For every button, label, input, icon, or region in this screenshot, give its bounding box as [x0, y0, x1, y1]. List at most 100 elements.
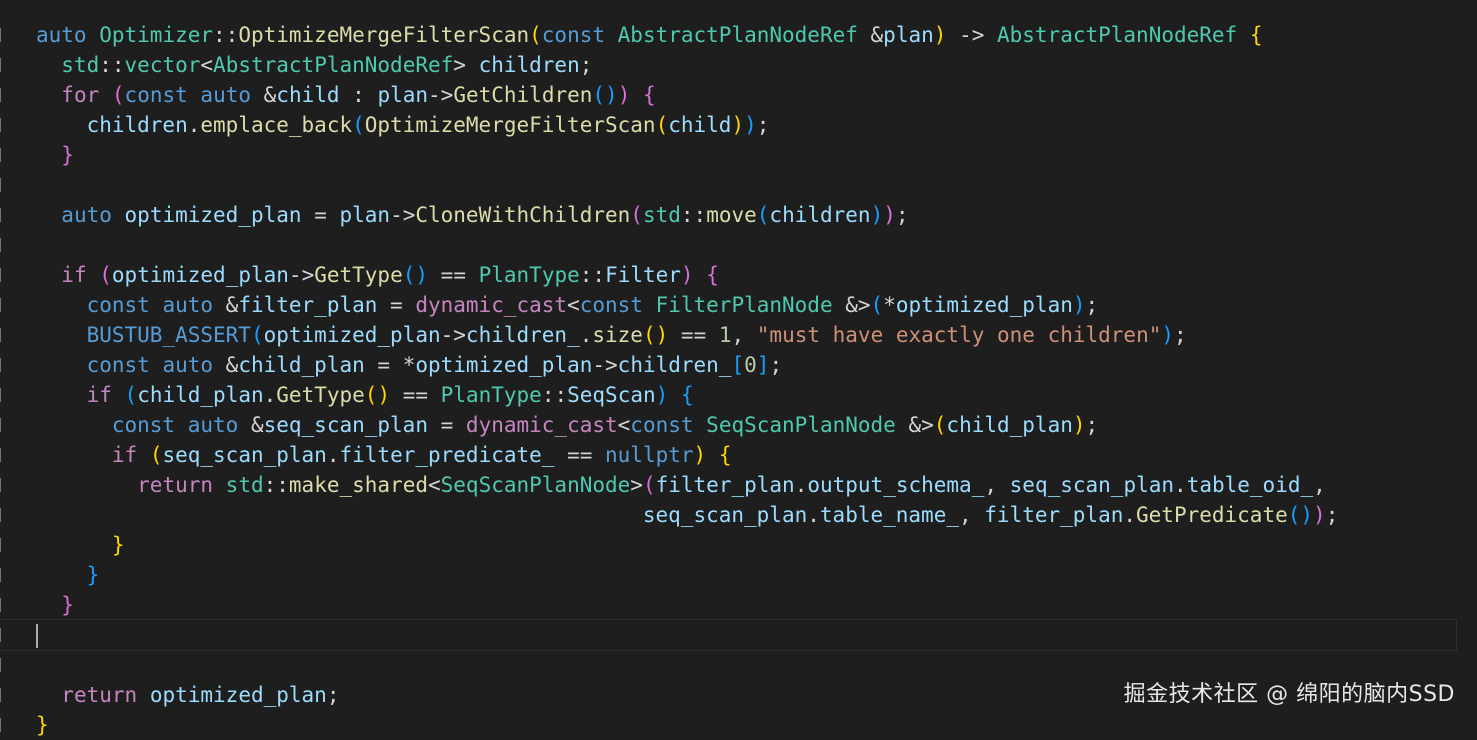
code-token: &: [213, 293, 239, 317]
code-token: plan: [377, 83, 429, 107]
code-token: {: [706, 263, 719, 287]
code-line[interactable]: BUSTUB_ASSERT(optimized_plan->children_.…: [36, 320, 1456, 350]
code-line[interactable]: }: [36, 590, 1456, 620]
code-token: OptimizeMergeFilterScan: [238, 23, 530, 47]
code-token: .: [1123, 503, 1137, 527]
code-area[interactable]: auto Optimizer::OptimizeMergeFilterScan(…: [0, 20, 1457, 740]
code-token: if: [61, 263, 87, 287]
code-token: }: [61, 143, 74, 167]
code-token: ): [680, 263, 694, 287]
code-line[interactable]: const auto &filter_plan = dynamic_cast<c…: [36, 290, 1456, 320]
code-line[interactable]: for (const auto &child : plan->GetChildr…: [36, 80, 1456, 110]
code-token: children: [769, 203, 871, 227]
gutter-line-marker: [0, 328, 5, 342]
code-line[interactable]: const auto &child_plan = *optimized_plan…: [36, 350, 1456, 380]
code-line[interactable]: [36, 170, 1456, 200]
code-token: ->: [288, 263, 315, 287]
code-token: ==: [390, 383, 441, 407]
gutter-line-marker: [0, 58, 5, 72]
code-token: emplace_back: [200, 113, 353, 137]
code-token: ::: [579, 263, 606, 287]
code-token: (): [1287, 503, 1314, 527]
code-token: const: [86, 353, 150, 377]
code-line[interactable]: }: [36, 140, 1456, 170]
code-token: ,: [731, 323, 757, 347]
gutter-line-marker: [0, 28, 5, 42]
gutter-line-marker: [0, 658, 5, 672]
code-token: (: [756, 203, 770, 227]
code-token: (: [352, 113, 365, 137]
code-line[interactable]: if (optimized_plan->GetType() == PlanTyp…: [36, 260, 1456, 290]
code-token: filter_plan: [238, 293, 378, 317]
code-token: optimized_plan: [263, 323, 441, 347]
code-token: dynamic_cast: [415, 293, 568, 317]
code-token: ;: [1325, 503, 1339, 527]
code-editor[interactable]: auto Optimizer::OptimizeMergeFilterScan(…: [0, 0, 1477, 737]
code-token: &: [857, 23, 884, 47]
code-token: AbstractPlanNodeRef: [996, 23, 1238, 47]
code-line[interactable]: [36, 230, 1456, 260]
code-token: ]: [756, 353, 770, 377]
code-token: (: [642, 473, 656, 497]
code-token: optimized_plan: [415, 353, 593, 377]
code-token: SeqScanPlanNode: [440, 473, 631, 497]
code-line[interactable]: if (seq_scan_plan.filter_predicate_ == n…: [36, 440, 1456, 470]
code-token: (: [655, 113, 669, 137]
code-token: (): [402, 263, 429, 287]
text-cursor: [36, 624, 38, 648]
code-token: optimized_plan: [149, 683, 327, 707]
code-token: .: [807, 503, 820, 527]
code-token: optimized_plan: [124, 203, 302, 227]
code-token: ): [1161, 323, 1175, 347]
code-token: =: [377, 293, 416, 317]
code-line[interactable]: auto Optimizer::OptimizeMergeFilterScan(…: [36, 20, 1456, 50]
code-line[interactable]: std::vector<AbstractPlanNodeRef> childre…: [36, 50, 1456, 80]
code-token: (): [592, 83, 618, 107]
code-token: ;: [769, 353, 783, 377]
code-token: children_: [465, 323, 580, 347]
code-line[interactable]: }: [36, 710, 1456, 740]
code-line[interactable]: }: [36, 530, 1456, 560]
code-line[interactable]: if (child_plan.GetType() == PlanType::Se…: [36, 380, 1456, 410]
gutter-line-marker: [0, 478, 5, 492]
code-token: ->: [592, 353, 618, 377]
code-line[interactable]: }: [36, 560, 1456, 590]
code-token: .: [579, 323, 593, 347]
code-line[interactable]: const auto &seq_scan_plan = dynamic_cast…: [36, 410, 1456, 440]
code-token: ): [883, 203, 896, 227]
gutter-line-marker: [0, 238, 5, 252]
code-token: seq_scan_plan: [642, 503, 808, 527]
code-token: }: [111, 533, 125, 557]
code-token: GetChildren: [453, 83, 593, 107]
code-token: 1: [718, 323, 732, 347]
code-token: auto: [200, 83, 251, 107]
gutter-line-marker: [0, 688, 5, 702]
code-line[interactable]: auto optimized_plan = plan->CloneWithChi…: [36, 200, 1456, 230]
code-line[interactable]: return std::make_shared<SeqScanPlanNode>…: [36, 470, 1456, 500]
code-token: {: [718, 443, 732, 467]
code-line[interactable]: [0, 619, 1457, 651]
code-token: FilterPlanNode: [655, 293, 833, 317]
code-token: ::: [680, 203, 707, 227]
code-token: .: [326, 443, 340, 467]
code-token: .: [794, 473, 808, 497]
code-token: auto: [61, 203, 112, 227]
code-token: AbstractPlanNodeRef: [213, 53, 454, 77]
code-token: <: [617, 413, 631, 437]
code-line[interactable]: children.emplace_back(OptimizeMergeFilte…: [36, 110, 1456, 140]
code-line[interactable]: seq_scan_plan.table_name_, filter_plan.G…: [36, 500, 1456, 530]
